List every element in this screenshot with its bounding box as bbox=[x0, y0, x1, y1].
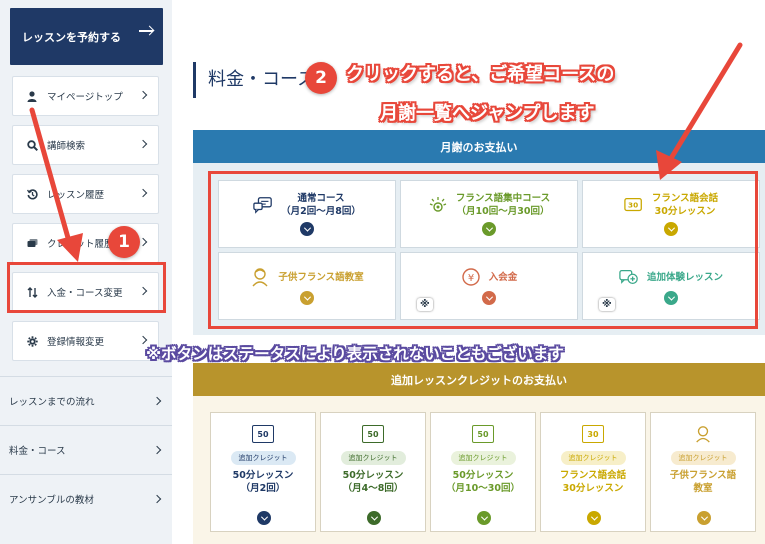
history-icon bbox=[25, 188, 39, 200]
credit-card-50min-10-30[interactable]: 50 追加クレジット 50分レッスン （月10〜30回） bbox=[430, 412, 536, 532]
sidebar-item-label: 登録情報変更 bbox=[47, 337, 105, 348]
credit-label: 子供フランス語 教室 bbox=[669, 470, 737, 494]
credit-label: 50分レッスン （月2回） bbox=[232, 470, 294, 494]
number-50-icon: 50 bbox=[252, 425, 274, 443]
annotation-callout-line1: クリックすると、ご希望コースの bbox=[346, 64, 615, 85]
chevron-right-icon bbox=[138, 237, 148, 247]
search-icon bbox=[25, 139, 39, 151]
annotation-highlight-monthly-grid bbox=[208, 171, 758, 329]
sidebar-item-label: マイページトップ bbox=[47, 92, 123, 103]
chevron-down-icon bbox=[477, 511, 491, 525]
person-icon bbox=[25, 90, 39, 102]
reserve-lesson-button[interactable]: レッスンを予約する bbox=[10, 8, 163, 65]
number-50-icon: 50 bbox=[472, 425, 494, 443]
monthly-payment-header: 月謝のお支払い bbox=[193, 130, 765, 163]
number-30-icon: 30 bbox=[582, 425, 604, 443]
annotation-note: ※ボタンはステータスにより表示されないこともございます bbox=[146, 345, 564, 363]
chevron-right-icon bbox=[152, 445, 162, 455]
number-50-icon: 50 bbox=[362, 425, 384, 443]
chevron-right-icon bbox=[138, 139, 148, 149]
reserve-lesson-label: レッスンを予約する bbox=[22, 30, 121, 44]
credit-label: 50分レッスン （月4〜8回） bbox=[342, 470, 404, 494]
chevron-right-icon bbox=[152, 494, 162, 504]
credit-card-row: 50 追加クレジット 50分レッスン （月2回） 50 追加クレジット 50分レ… bbox=[210, 412, 756, 532]
nav-item-lesson-flow[interactable]: レッスンまでの流れ bbox=[0, 376, 172, 425]
chevron-down-icon bbox=[257, 511, 271, 525]
credit-pill: 追加クレジット bbox=[560, 451, 626, 465]
gear-icon bbox=[25, 335, 39, 347]
page-title: 料金・コース bbox=[193, 62, 315, 98]
chevron-right-icon bbox=[138, 188, 148, 198]
annotation-highlight-sidebar bbox=[7, 262, 166, 313]
nav-item-label: レッスンまでの流れ bbox=[9, 397, 95, 408]
credit-payment-header: 追加レッスンクレジットのお支払い bbox=[193, 363, 765, 396]
credit-card-kids[interactable]: 追加クレジット 子供フランス語 教室 bbox=[650, 412, 756, 532]
sidebar-item-registration-change[interactable]: 登録情報変更 bbox=[12, 321, 159, 361]
chevron-right-icon bbox=[152, 396, 162, 406]
annotation-badge-2: 2 bbox=[305, 62, 337, 94]
child-icon bbox=[694, 425, 712, 443]
sidebar-item-teacher-search[interactable]: 講師検索 bbox=[12, 125, 159, 165]
credit-pill: 追加クレジット bbox=[230, 451, 296, 465]
chevron-down-icon bbox=[697, 511, 711, 525]
credit-card-50min-4-8[interactable]: 50 追加クレジット 50分レッスン （月4〜8回） bbox=[320, 412, 426, 532]
nav-item-label: 料金・コース bbox=[9, 446, 66, 457]
credit-label: フランス語会話 30分レッスン bbox=[559, 470, 627, 494]
credit-pill: 追加クレジット bbox=[450, 451, 516, 465]
annotation-callout-line2: 月謝一覧へジャンプします bbox=[380, 103, 595, 124]
sidebar-item-label: レッスン履歴 bbox=[47, 190, 105, 201]
annotation-badge-1: 1 bbox=[108, 226, 140, 258]
sidebar-menu: マイページトップ 講師検索 レッスン履歴 クレジット履歴 入金・コース変更 登録… bbox=[12, 76, 159, 370]
sidebar-item-lesson-history[interactable]: レッスン履歴 bbox=[12, 174, 159, 214]
arrow-right-icon bbox=[139, 30, 153, 32]
nav-item-pricing-course[interactable]: 料金・コース bbox=[0, 425, 172, 474]
sidebar-item-mypage[interactable]: マイページトップ bbox=[12, 76, 159, 116]
credit-label: 50分レッスン （月10〜30回） bbox=[446, 470, 520, 494]
secondary-nav: レッスンまでの流れ 料金・コース アンサンブルの教材 bbox=[0, 376, 172, 523]
credit-icon bbox=[25, 238, 39, 249]
credit-card-50min-2[interactable]: 50 追加クレジット 50分レッスン （月2回） bbox=[210, 412, 316, 532]
chevron-right-icon bbox=[138, 90, 148, 100]
credit-pill: 追加クレジット bbox=[340, 451, 406, 465]
nav-item-label: アンサンブルの教材 bbox=[9, 495, 94, 506]
chevron-down-icon bbox=[587, 511, 601, 525]
chevron-down-icon bbox=[367, 511, 381, 525]
credit-pill: 追加クレジット bbox=[670, 451, 736, 465]
sidebar-item-label: クレジット履歴 bbox=[47, 239, 114, 250]
nav-item-materials[interactable]: アンサンブルの教材 bbox=[0, 474, 172, 523]
credit-card-conversation-30[interactable]: 30 追加クレジット フランス語会話 30分レッスン bbox=[540, 412, 646, 532]
sidebar-item-label: 講師検索 bbox=[47, 141, 86, 152]
